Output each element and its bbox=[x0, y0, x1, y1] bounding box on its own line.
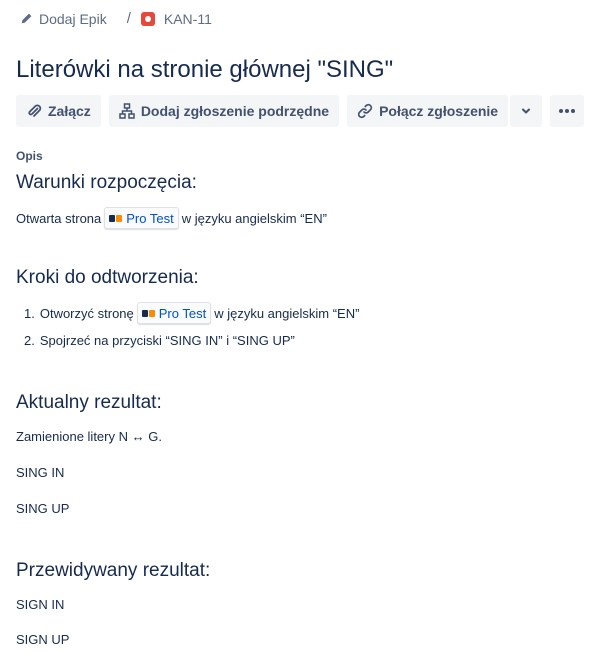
pencil-icon bbox=[20, 12, 33, 25]
actual-result-line: Zamienione litery N ↔ G. bbox=[16, 429, 162, 444]
link-issue-group: Połącz zgłoszenie bbox=[347, 95, 543, 127]
list-item: 2. Spojrzeć na przyciski “SING IN” i “SI… bbox=[24, 333, 295, 348]
protest-smart-link[interactable]: Pro Test bbox=[136, 302, 212, 324]
list-item-number: 2. bbox=[24, 333, 35, 348]
bug-icon bbox=[140, 11, 155, 26]
paperclip-icon bbox=[26, 103, 42, 119]
protest-favicon-icon bbox=[109, 214, 123, 222]
expected-result-line: SIGN IN bbox=[16, 597, 65, 612]
preconditions-text-after: w języku angielskim “EN” bbox=[181, 210, 327, 226]
chevron-down-icon bbox=[520, 105, 532, 117]
expected-result-line: SIGN UP bbox=[16, 632, 70, 647]
protest-smart-link[interactable]: Pro Test bbox=[104, 207, 179, 229]
expected-result-heading: Przewidywany rezultat: bbox=[16, 560, 211, 581]
actual-result-heading: Aktualny rezultat: bbox=[16, 392, 162, 413]
list-item-text-after: w języku angielskim “EN” bbox=[214, 305, 360, 321]
attach-label: Załącz bbox=[48, 103, 91, 119]
list-item-text-before: Otworzyć stronę bbox=[39, 305, 134, 321]
preconditions-text: Otwarta strona Pro Test w języku angiels… bbox=[16, 207, 327, 229]
breadcrumb-epic[interactable]: Dodaj Epik bbox=[20, 11, 107, 27]
add-child-issue-button[interactable]: Dodaj zgłoszenie podrzędne bbox=[108, 95, 340, 127]
smart-link-label: Pro Test bbox=[126, 210, 174, 226]
add-child-issue-label: Dodaj zgłoszenie podrzędne bbox=[140, 103, 330, 119]
preconditions-heading: Warunki rozpoczęcia: bbox=[16, 172, 197, 193]
breadcrumb-issue[interactable]: KAN-11 bbox=[140, 10, 212, 27]
smart-link-label: Pro Test bbox=[158, 305, 207, 321]
breadcrumb: Dodaj Epik / KAN-11 bbox=[20, 10, 212, 27]
preconditions-text-before: Otwarta strona bbox=[16, 210, 102, 226]
breadcrumb-issue-key: KAN-11 bbox=[163, 10, 212, 27]
hierarchy-icon bbox=[119, 103, 135, 119]
issue-title[interactable]: Literówki na stronie głównej "SING" bbox=[16, 56, 393, 84]
link-icon bbox=[357, 103, 373, 119]
protest-favicon-icon bbox=[141, 309, 155, 317]
list-item-number: 1. bbox=[24, 305, 35, 321]
attach-button[interactable]: Załącz bbox=[16, 95, 101, 127]
actual-result-line: SING IN bbox=[16, 465, 65, 480]
issue-toolbar: Załącz Dodaj zgłoszenie podrzędne Połącz… bbox=[16, 95, 585, 127]
link-issue-label: Połącz zgłoszenie bbox=[379, 103, 499, 119]
actual-result-line: SING UP bbox=[16, 501, 70, 516]
description-label: Opis bbox=[16, 149, 43, 163]
steps-heading: Kroki do odtworzenia: bbox=[16, 267, 199, 288]
more-actions-button[interactable] bbox=[550, 95, 585, 127]
link-issue-button[interactable]: Połącz zgłoszenie bbox=[347, 95, 509, 127]
list-item: 1. Otworzyć stronę Pro Test w języku ang… bbox=[24, 302, 359, 324]
more-icon bbox=[558, 108, 576, 114]
link-issue-dropdown-button[interactable] bbox=[510, 95, 543, 127]
list-item-text: Spojrzeć na przyciski “SING IN” i “SING … bbox=[39, 333, 295, 348]
breadcrumb-separator: / bbox=[126, 10, 131, 27]
breadcrumb-epic-label: Dodaj Epik bbox=[39, 10, 107, 27]
